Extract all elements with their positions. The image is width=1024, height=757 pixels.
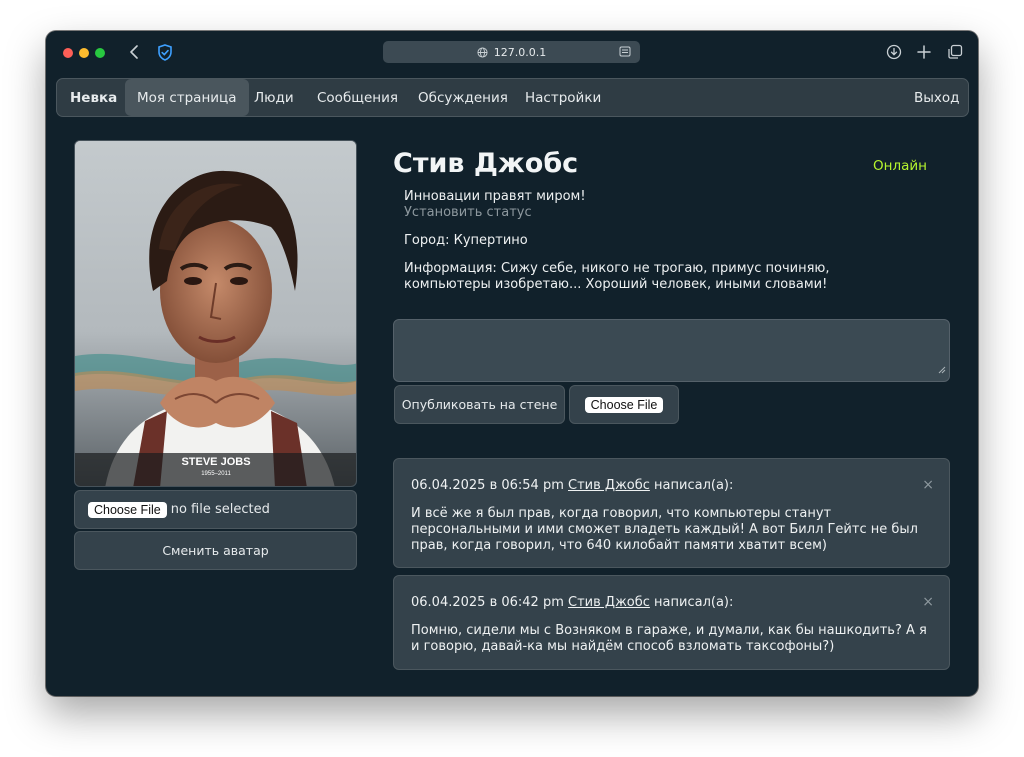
minimize-window-button[interactable] (79, 48, 89, 58)
avatar-choose-file-button[interactable]: Choose File (88, 501, 167, 518)
photo-years: 1955–2011 (201, 471, 231, 477)
address-url: 127.0.0.1 (493, 45, 547, 59)
wall-post-textarea[interactable] (393, 319, 950, 382)
browser-toolbar: 127.0.0.1 (46, 31, 978, 73)
close-window-button[interactable] (63, 48, 73, 58)
site-navbar: Невка Моя страница Люди Сообщения Обсужд… (56, 78, 969, 117)
photo-caption: STEVE JOBS (181, 456, 250, 468)
publish-button[interactable]: Опубликовать на стене (394, 385, 565, 424)
profile-name: Стив Джобс (393, 148, 579, 179)
resize-grip-icon[interactable] (938, 359, 946, 378)
delete-post-icon[interactable]: × (922, 477, 934, 493)
address-bar[interactable]: 127.0.0.1 (383, 41, 640, 63)
shield-icon[interactable] (154, 41, 176, 63)
profile-photo: STEVE JOBS 1955–2011 (74, 140, 357, 487)
post-text: Помню, сидели мы с Возняком в гараже, и … (411, 623, 927, 654)
nav-settings[interactable]: Настройки (513, 79, 613, 116)
delete-post-icon[interactable]: × (922, 594, 934, 610)
no-file-label: no file selected (170, 502, 270, 517)
set-status-link[interactable]: Установить статус (404, 205, 532, 220)
wall-file-input[interactable]: Choose File (569, 385, 679, 424)
post-text: И всё же я был прав, когда говорил, что … (411, 506, 918, 553)
profile-info: Информация: Сижу себе, никого не трогаю,… (404, 261, 830, 292)
profile-city: Город: Купертино (404, 233, 528, 248)
avatar-file-input[interactable]: Choose File no file selected (74, 490, 357, 529)
browser-window: 127.0.0.1 Невка Моя страница Люди Сообще… (46, 31, 978, 696)
post-meta: 06.04.2025 в 06:42 pm Стив Джобс написал… (411, 595, 733, 610)
post-suffix: написал(а): (654, 478, 734, 493)
reader-icon[interactable] (619, 46, 631, 57)
nav-discussions[interactable]: Обсуждения (406, 79, 520, 116)
globe-icon (477, 46, 488, 58)
profile-status: Инновации правят миром! (404, 189, 586, 204)
zoom-window-button[interactable] (95, 48, 105, 58)
post-meta: 06.04.2025 в 06:54 pm Стив Джобс написал… (411, 478, 733, 493)
nav-my-page[interactable]: Моя страница (125, 79, 249, 116)
post-author-link[interactable]: Стив Джобс (568, 595, 650, 610)
wall-post: 06.04.2025 в 06:54 pm Стив Джобс написал… (393, 458, 950, 568)
logout-link[interactable]: Выход (902, 79, 972, 116)
post-date: 06.04.2025 в 06:42 pm (411, 595, 564, 610)
wall-post: 06.04.2025 в 06:42 pm Стив Джобс написал… (393, 575, 950, 670)
nav-messages[interactable]: Сообщения (305, 79, 410, 116)
online-status: Онлайн (873, 158, 927, 174)
new-tab-icon[interactable] (913, 41, 935, 63)
brand-link[interactable]: Невка (58, 79, 129, 116)
download-icon[interactable] (883, 41, 905, 63)
back-icon[interactable] (123, 41, 145, 63)
change-avatar-button[interactable]: Сменить аватар (74, 531, 357, 570)
post-author-link[interactable]: Стив Джобс (568, 478, 650, 493)
wall-choose-file-button[interactable]: Choose File (584, 396, 664, 413)
nav-people[interactable]: Люди (242, 79, 306, 116)
post-date: 06.04.2025 в 06:54 pm (411, 478, 564, 493)
tab-overview-icon[interactable] (944, 41, 966, 63)
post-suffix: написал(а): (654, 595, 734, 610)
